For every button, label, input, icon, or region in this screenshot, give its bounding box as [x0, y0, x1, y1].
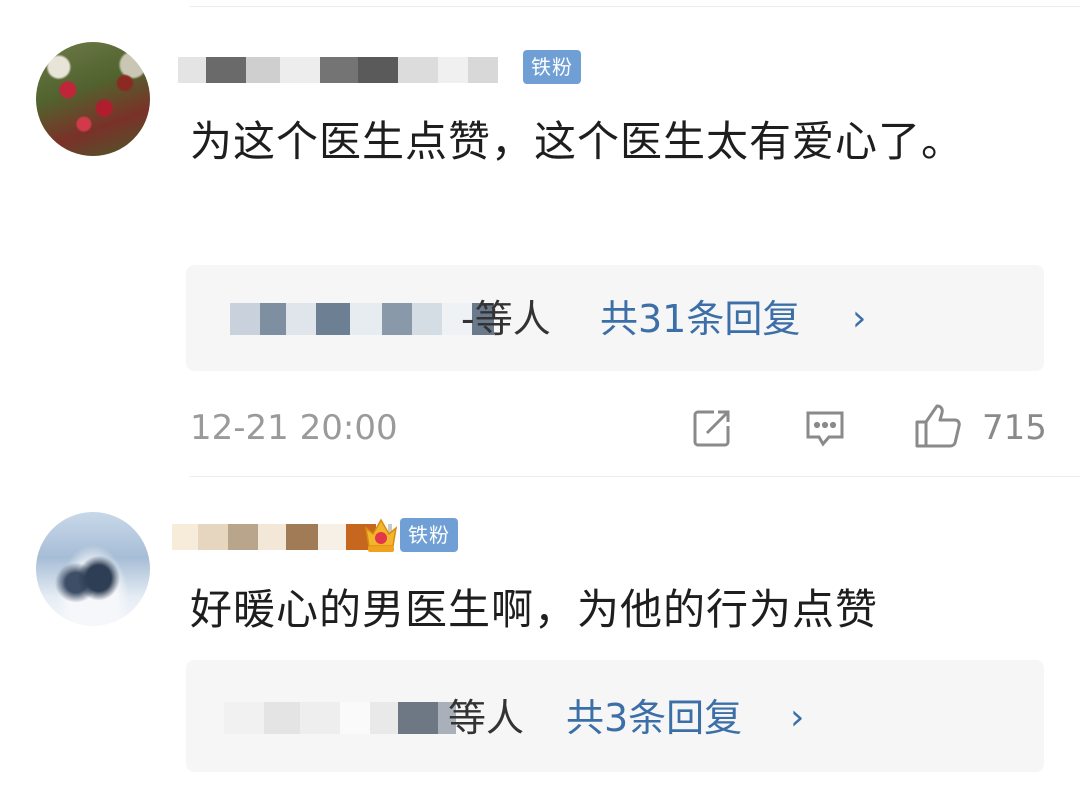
reply-users-suffix: 等人 — [448, 696, 525, 740]
reply-box[interactable]: -等人 共31条回复 › — [186, 265, 1044, 371]
username-blurred[interactable] — [178, 55, 498, 85]
timestamp: 12-21 20:00 — [190, 408, 398, 448]
comment-divider — [190, 476, 1080, 477]
comment-text: 为这个医生点赞，这个医生太有爱心了。 — [190, 117, 965, 166]
comment-text: 好暖心的男医生啊，为他的行为点赞 — [190, 585, 879, 634]
reply-box[interactable]: 等人 共3条回复 › — [186, 660, 1044, 772]
like-count: 715 — [982, 408, 1047, 448]
fan-badge: 铁粉 — [523, 50, 581, 84]
fan-badge: 铁粉 — [400, 518, 458, 552]
reply-count-link[interactable]: 共3条回复 — [566, 696, 742, 740]
chevron-right-icon: › — [852, 298, 867, 339]
avatar[interactable] — [36, 512, 150, 626]
thumbs-up-icon[interactable] — [913, 402, 963, 450]
crown-icon — [362, 514, 400, 556]
reply-count-link[interactable]: 共31条回复 — [600, 297, 800, 341]
comment-icon[interactable] — [803, 406, 847, 450]
share-icon[interactable] — [690, 406, 734, 450]
avatar[interactable] — [36, 42, 150, 156]
chevron-right-icon: › — [790, 697, 805, 738]
reply-users-blurred — [224, 698, 456, 738]
reply-users-blurred — [230, 299, 494, 339]
reply-users-suffix: -等人 — [461, 297, 551, 341]
top-divider — [190, 6, 1080, 7]
username-blurred[interactable] — [172, 522, 392, 552]
